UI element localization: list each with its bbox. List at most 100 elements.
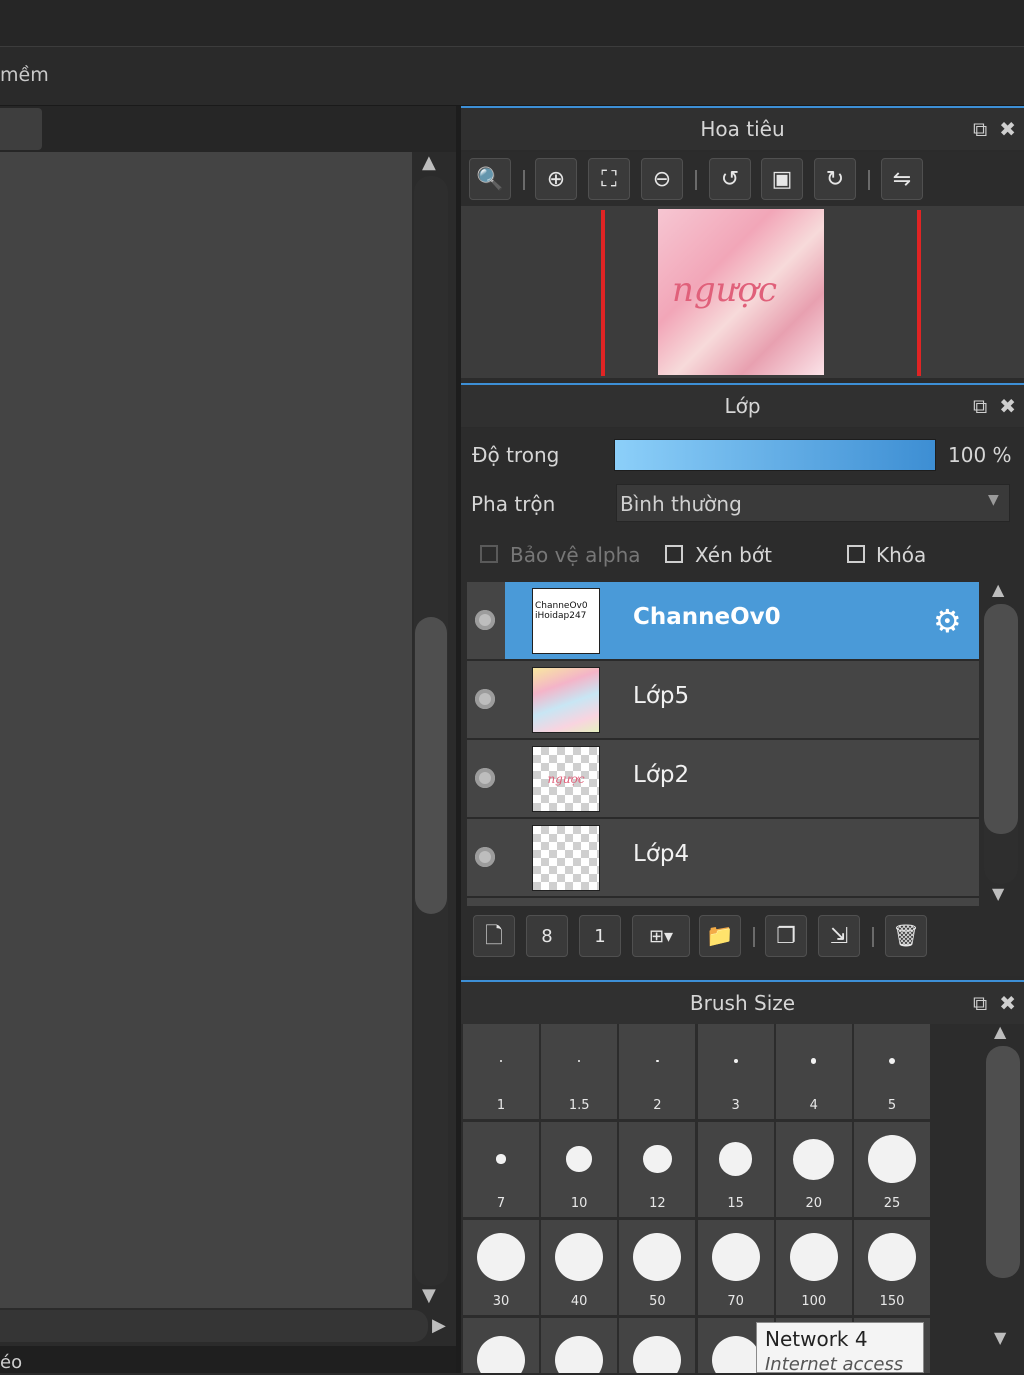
brush-size-cell[interactable]: 70 <box>697 1220 774 1315</box>
brush-size-cell[interactable]: 20 <box>775 1122 852 1217</box>
fit-screen-icon[interactable]: ⛶ <box>588 158 630 200</box>
scroll-up-arrow-icon[interactable]: ▲ <box>422 152 436 173</box>
top-menu-bar <box>0 0 1024 47</box>
brush-size-label: 40 <box>570 1294 588 1309</box>
scroll-down-arrow-icon[interactable]: ▼ <box>422 1285 436 1306</box>
brush-size-cell[interactable]: 30 <box>463 1220 539 1315</box>
brush-size-label: 70 <box>727 1294 744 1309</box>
eye-visibility-icon[interactable] <box>475 610 495 630</box>
scroll-up-arrow-icon[interactable]: ▲ <box>992 580 1004 599</box>
layer-row[interactable]: Lớp5 <box>467 661 979 740</box>
rotate-right-icon[interactable]: ↻ <box>814 158 856 200</box>
layer-row[interactable]: ChanneOv0 iHoidap247 ChanneOv0 ⚙ <box>467 582 979 661</box>
scroll-up-arrow-icon[interactable]: ▲ <box>994 1022 1006 1041</box>
reset-view-icon[interactable]: ▣ <box>761 158 803 200</box>
layer-row[interactable]: ngược Lớp2 <box>467 740 979 819</box>
brush-size-preview-dot <box>868 1135 916 1183</box>
brush-size-cell[interactable]: 25 <box>854 1122 930 1217</box>
brush-size-cell[interactable]: 100 <box>775 1220 852 1315</box>
brush-size-cell[interactable]: 12 <box>619 1122 696 1217</box>
duplicate-layer-icon[interactable]: ❐ <box>765 915 807 957</box>
chevron-down-icon[interactable]: ▼ <box>988 492 999 508</box>
new-folder-icon[interactable]: 📁 <box>699 915 741 957</box>
brush-size-preview-dot <box>718 1142 753 1176</box>
delete-layer-icon[interactable]: 🗑 <box>885 915 927 957</box>
canvas-tab[interactable] <box>0 108 42 150</box>
thumbnail-artwork-text: ngược <box>672 270 778 310</box>
brush-size-panel-header: Brush Size ⧉ ✖ <box>461 980 1024 1024</box>
close-icon[interactable]: ✖ <box>999 396 1016 416</box>
brush-size-cell[interactable] <box>541 1318 618 1373</box>
brush-size-label: 7 <box>496 1196 506 1211</box>
brush-size-label: 10 <box>570 1196 588 1211</box>
brush-size-cell[interactable]: 10 <box>541 1122 618 1217</box>
brush-size-preview-dot <box>711 1336 760 1373</box>
scroll-right-arrow-icon[interactable]: ▶ <box>432 1315 446 1336</box>
layer-thumbnail: ChanneOv0 iHoidap247 <box>532 588 600 654</box>
brush-size-preview-dot <box>578 1060 581 1062</box>
layer-row[interactable]: Lớp4 <box>467 819 979 898</box>
clipping-label: Xén bớt <box>695 543 772 567</box>
brush-size-cell[interactable]: 15 <box>697 1122 774 1217</box>
layer-list-scroll-thumb[interactable] <box>984 604 1018 834</box>
navigator-toolbar: 🔍 ⊕ ⛶ ⊖ ↺ ▣ ↻ ⇋ <box>461 152 1024 206</box>
opacity-label: Độ trong <box>472 443 560 467</box>
toolbar-separator <box>868 170 870 190</box>
brush-size-cell[interactable]: 2 <box>619 1024 696 1119</box>
brush-size-grid: 1 1.5 2 3 4 5 7 10 12 15 20 25 30 40 50 70 100 150 <box>463 1024 931 1373</box>
opacity-slider[interactable] <box>614 439 936 471</box>
protect-alpha-checkbox[interactable] <box>480 545 498 563</box>
brush-size-cell[interactable] <box>619 1318 696 1373</box>
brush-size-cell[interactable]: 40 <box>541 1220 618 1315</box>
popout-icon[interactable]: ⧉ <box>973 396 987 416</box>
canvas-vertical-scroll-thumb[interactable] <box>415 617 447 914</box>
merge-down-icon[interactable]: ⇲ <box>818 915 860 957</box>
brush-size-preview-dot <box>793 1138 835 1180</box>
brush-size-cell[interactable]: 4 <box>775 1024 852 1119</box>
eye-visibility-icon[interactable] <box>475 847 495 867</box>
brush-size-cell[interactable]: 5 <box>854 1024 930 1119</box>
flip-horizontal-icon[interactable]: ⇋ <box>881 158 923 200</box>
popout-icon[interactable]: ⧉ <box>973 993 987 1013</box>
brush-size-preview-dot <box>477 1336 525 1373</box>
brush-size-cell[interactable]: 7 <box>463 1122 539 1217</box>
brush-size-panel-title: Brush Size <box>689 991 796 1015</box>
scroll-down-arrow-icon[interactable]: ▼ <box>994 1328 1006 1347</box>
eye-visibility-icon[interactable] <box>475 768 495 788</box>
rotate-left-icon[interactable]: ↺ <box>709 158 751 200</box>
brush-size-cell[interactable]: 150 <box>854 1220 930 1315</box>
close-icon[interactable]: ✖ <box>999 993 1016 1013</box>
add-special-layer-icon[interactable]: ⊞▾ <box>632 915 690 957</box>
close-icon[interactable]: ✖ <box>999 119 1016 139</box>
zoom-in-icon[interactable]: ⊕ <box>535 158 577 200</box>
zoom-out-icon[interactable]: ⊖ <box>641 158 683 200</box>
new-8bit-layer-icon[interactable]: 8 <box>526 915 568 957</box>
brush-size-cell[interactable] <box>463 1318 539 1373</box>
brush-size-cell[interactable]: 3 <box>697 1024 774 1119</box>
layer-name: Lớp4 <box>633 841 690 867</box>
options-bar-label: mềm <box>0 64 49 86</box>
brush-size-cell[interactable]: 1 <box>463 1024 539 1119</box>
zoom-actual-icon[interactable]: 🔍 <box>469 158 511 200</box>
layer-thumbnail: ngược <box>532 746 600 812</box>
canvas-horizontal-scrollbar[interactable] <box>0 1310 428 1342</box>
clipping-checkbox[interactable] <box>665 545 683 563</box>
brush-size-cell[interactable]: 50 <box>619 1220 696 1315</box>
gear-icon[interactable]: ⚙ <box>933 602 962 640</box>
new-layer-icon[interactable]: 🗋 <box>473 915 515 957</box>
layers-panel-header: Lớp ⧉ ✖ <box>461 383 1024 427</box>
status-bar-label: éo <box>0 1352 23 1373</box>
blend-mode-label: Pha trộn <box>471 492 556 516</box>
scroll-down-arrow-icon[interactable]: ▼ <box>992 884 1004 903</box>
new-1bit-layer-icon[interactable]: 1 <box>579 915 621 957</box>
brush-size-label: 12 <box>649 1196 666 1211</box>
layer-row[interactable] <box>467 898 979 906</box>
eye-visibility-icon[interactable] <box>475 689 495 709</box>
canvas-area[interactable] <box>0 152 412 1308</box>
brush-size-preview-dot <box>811 1058 817 1064</box>
brush-size-scroll-thumb[interactable] <box>986 1046 1020 1278</box>
popout-icon[interactable]: ⧉ <box>973 119 987 139</box>
lock-checkbox[interactable] <box>847 545 865 563</box>
brush-size-preview-dot <box>789 1233 838 1281</box>
brush-size-cell[interactable]: 1.5 <box>541 1024 618 1119</box>
